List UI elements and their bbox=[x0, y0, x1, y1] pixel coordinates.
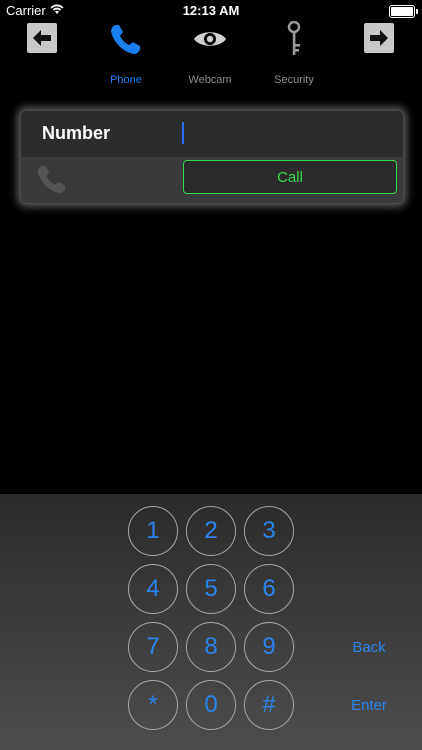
tab-phone[interactable]: Phone bbox=[86, 18, 166, 88]
key-8[interactable]: 8 bbox=[186, 622, 236, 672]
call-button[interactable]: Call bbox=[183, 160, 397, 194]
key-7[interactable]: 7 bbox=[128, 622, 178, 672]
key-6[interactable]: 6 bbox=[244, 564, 294, 614]
next-button[interactable] bbox=[364, 23, 394, 53]
tab-webcam[interactable]: Webcam bbox=[170, 18, 250, 88]
phone-icon bbox=[111, 25, 140, 54]
key-hash[interactable]: # bbox=[244, 680, 294, 730]
key-icon bbox=[287, 21, 301, 55]
tab-webcam-label: Webcam bbox=[188, 74, 232, 86]
key-0[interactable]: 0 bbox=[186, 680, 236, 730]
key-2[interactable]: 2 bbox=[186, 506, 236, 556]
key-1[interactable]: 1 bbox=[128, 506, 178, 556]
tab-phone-label: Phone bbox=[110, 74, 142, 86]
phone-form-panel: Number Call bbox=[20, 110, 404, 204]
number-input[interactable] bbox=[181, 119, 391, 149]
arrow-right-icon bbox=[370, 30, 388, 46]
key-4[interactable]: 4 bbox=[128, 564, 178, 614]
key-3[interactable]: 3 bbox=[244, 506, 294, 556]
battery-icon bbox=[389, 5, 418, 18]
phone-icon bbox=[37, 165, 66, 194]
number-row: Number bbox=[21, 111, 403, 157]
keypad: 1 2 3 4 5 6 7 8 9 * 0 # Back Enter bbox=[0, 494, 422, 750]
number-label: Number bbox=[42, 123, 111, 143]
call-button-label: Call bbox=[277, 168, 303, 186]
back-button[interactable]: Back bbox=[334, 639, 404, 656]
key-9[interactable]: 9 bbox=[244, 622, 294, 672]
tab-security-label: Security bbox=[274, 74, 314, 86]
clock: 12:13 AM bbox=[182, 3, 240, 18]
enter-button[interactable]: Enter bbox=[334, 697, 404, 714]
eye-icon bbox=[194, 32, 226, 46]
call-row: Call bbox=[21, 157, 403, 203]
tab-security[interactable]: Security bbox=[254, 18, 334, 88]
arrow-left-icon bbox=[33, 30, 51, 46]
key-star[interactable]: * bbox=[128, 680, 178, 730]
previous-button[interactable] bbox=[27, 23, 57, 53]
key-5[interactable]: 5 bbox=[186, 564, 236, 614]
